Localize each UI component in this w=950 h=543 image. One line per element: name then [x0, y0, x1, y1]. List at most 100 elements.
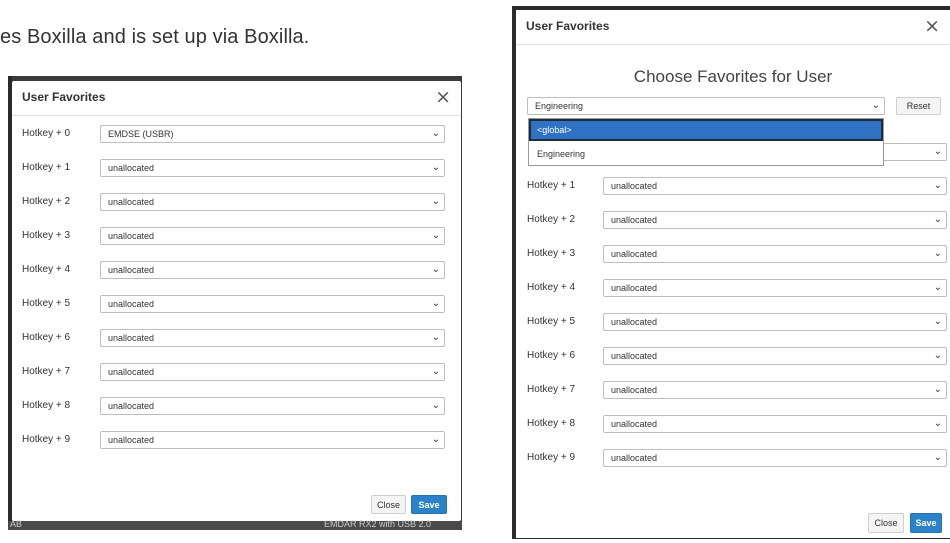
chevron-down-icon: ⌄ [933, 146, 942, 157]
choose-favorites-dialog: User Favorites × Choose Favorites for Us… [516, 10, 950, 538]
hotkey-select[interactable]: unallocated ⌄ [100, 363, 445, 381]
hotkey-select[interactable]: unallocated ⌄ [603, 245, 947, 263]
hotkey-select-value: EMDSE (USBR) [108, 129, 174, 139]
hotkey-select-value: unallocated [108, 435, 155, 445]
hotkey-select-value: unallocated [611, 249, 658, 259]
hotkey-select[interactable]: unallocated ⌄ [603, 313, 947, 331]
chevron-down-icon: ⌄ [431, 366, 440, 377]
close-icon[interactable]: × [924, 15, 940, 37]
hotkey-select-value: unallocated [611, 419, 658, 429]
close-icon[interactable]: × [435, 86, 451, 108]
hotkey-select-value: unallocated [108, 265, 155, 275]
hotkey-select[interactable]: unallocated ⌄ [100, 431, 445, 449]
hotkey-select[interactable]: EMDSE (USBR) ⌄ [100, 125, 445, 143]
chevron-down-icon: ⌄ [431, 196, 440, 207]
chevron-down-icon: ⌄ [431, 230, 440, 241]
group-select-value: Engineering [535, 101, 584, 111]
hotkey-select-value: unallocated [611, 351, 658, 361]
chevron-down-icon: ⌄ [933, 350, 942, 361]
hotkey-select-value: unallocated [108, 299, 155, 309]
hotkey-select[interactable]: unallocated ⌄ [100, 159, 445, 177]
hotkey-select[interactable]: unallocated ⌄ [603, 415, 947, 433]
dialog-title: User Favorites [22, 90, 106, 104]
dropdown-option-label: Engineering [537, 149, 586, 159]
hotkey-label: Hotkey + 5 [527, 316, 576, 327]
hotkey-label: Hotkey + 3 [527, 248, 576, 259]
dialog-title: User Favorites [526, 19, 610, 33]
hotkey-select-value: unallocated [611, 453, 658, 463]
group-select[interactable]: Engineering ⌄ [527, 97, 885, 115]
hotkey-select-value: unallocated [611, 215, 658, 225]
chevron-down-icon: ⌄ [933, 214, 942, 225]
chevron-down-icon: ⌄ [431, 400, 440, 411]
hotkey-select[interactable]: unallocated ⌄ [100, 397, 445, 415]
hotkey-select[interactable]: unallocated ⌄ [603, 279, 947, 297]
hotkey-label: Hotkey + 7 [527, 384, 576, 395]
hotkey-select[interactable]: unallocated ⌄ [100, 329, 445, 347]
hotkey-select[interactable]: unallocated ⌄ [100, 193, 445, 211]
hotkey-select-value: unallocated [108, 163, 155, 173]
dialog-heading: Choose Favorites for User [633, 67, 833, 86]
background-footer: AB EMDAR RX2 with USB 2.0 [8, 519, 462, 530]
hotkey-label: Hotkey + 3 [22, 230, 71, 241]
hotkey-select-value: unallocated [108, 367, 155, 377]
hotkey-label: Hotkey + 2 [527, 214, 576, 225]
save-button[interactable]: Save [411, 495, 447, 514]
dropdown-option-label: <global> [537, 125, 572, 135]
background-device-text: EMDAR RX2 with USB 2.0 [324, 519, 432, 529]
hotkey-label: Hotkey + 6 [527, 350, 576, 361]
hotkey-select[interactable]: unallocated ⌄ [603, 211, 947, 229]
chevron-down-icon: ⌄ [933, 248, 942, 259]
chevron-down-icon: ⌄ [933, 180, 942, 191]
hotkey-select-value: unallocated [611, 385, 658, 395]
dropdown-option-global[interactable]: <global> [529, 119, 883, 141]
chevron-down-icon: ⌄ [933, 282, 942, 293]
hotkey-label: Hotkey + 7 [22, 366, 71, 377]
save-button[interactable]: Save [910, 513, 942, 533]
hotkey-label: Hotkey + 9 [527, 452, 576, 463]
hotkey-select[interactable]: unallocated ⌄ [603, 177, 947, 195]
dialog-header: User Favorites × [516, 10, 950, 45]
hotkey-label: Hotkey + 4 [22, 264, 71, 275]
close-button[interactable]: Close [371, 495, 406, 514]
hotkey-label: Hotkey + 9 [22, 434, 71, 445]
hotkey-select[interactable]: unallocated ⌄ [603, 449, 947, 467]
dropdown-option-engineering[interactable]: Engineering [529, 143, 883, 165]
hotkey-label: Hotkey + 1 [527, 180, 576, 191]
hotkey-label: Hotkey + 1 [22, 162, 71, 173]
chevron-down-icon: ⌄ [431, 298, 440, 309]
group-dropdown-list: <global> Engineering [528, 118, 884, 166]
hotkey-select-value: unallocated [611, 317, 658, 327]
chevron-down-icon: ⌄ [431, 332, 440, 343]
close-button[interactable]: Close [868, 513, 904, 533]
hotkey-select[interactable]: unallocated ⌄ [100, 227, 445, 245]
chevron-down-icon: ⌄ [431, 434, 440, 445]
hotkey-label: Hotkey + 6 [22, 332, 71, 343]
chevron-down-icon: ⌄ [431, 162, 440, 173]
chevron-down-icon: ⌄ [871, 100, 880, 111]
hotkey-select-value: unallocated [611, 283, 658, 293]
hotkey-select-value: unallocated [611, 181, 658, 191]
hotkey-select-value: unallocated [108, 197, 155, 207]
hotkey-label: Hotkey + 0 [22, 128, 71, 139]
hotkey-select-value: unallocated [108, 401, 155, 411]
background-text: AB [10, 519, 23, 529]
hotkey-select[interactable]: unallocated ⌄ [100, 261, 445, 279]
hotkey-label: Hotkey + 2 [22, 196, 71, 207]
hotkey-select-value: unallocated [108, 333, 155, 343]
chevron-down-icon: ⌄ [933, 384, 942, 395]
right-screenshot: User Favorites × Choose Favorites for Us… [512, 6, 950, 539]
document-body-text: es Boxilla and is set up via Boxilla. [0, 26, 310, 48]
hotkey-label: Hotkey + 8 [22, 400, 71, 411]
chevron-down-icon: ⌄ [431, 264, 440, 275]
user-favorites-dialog: User Favorites × Hotkey + 0 EMDSE (USBR) ⌄… [12, 81, 461, 521]
reset-button[interactable]: Reset [896, 97, 941, 115]
hotkey-select-value: unallocated [108, 231, 155, 241]
chevron-down-icon: ⌄ [933, 316, 942, 327]
left-screenshot: User Favorites × Hotkey + 0 EMDSE (USBR) ⌄… [8, 76, 462, 530]
hotkey-select[interactable]: unallocated ⌄ [100, 295, 445, 313]
chevron-down-icon: ⌄ [431, 128, 440, 139]
chevron-down-icon: ⌄ [933, 418, 942, 429]
hotkey-select[interactable]: unallocated ⌄ [603, 347, 947, 365]
hotkey-select[interactable]: unallocated ⌄ [603, 381, 947, 399]
